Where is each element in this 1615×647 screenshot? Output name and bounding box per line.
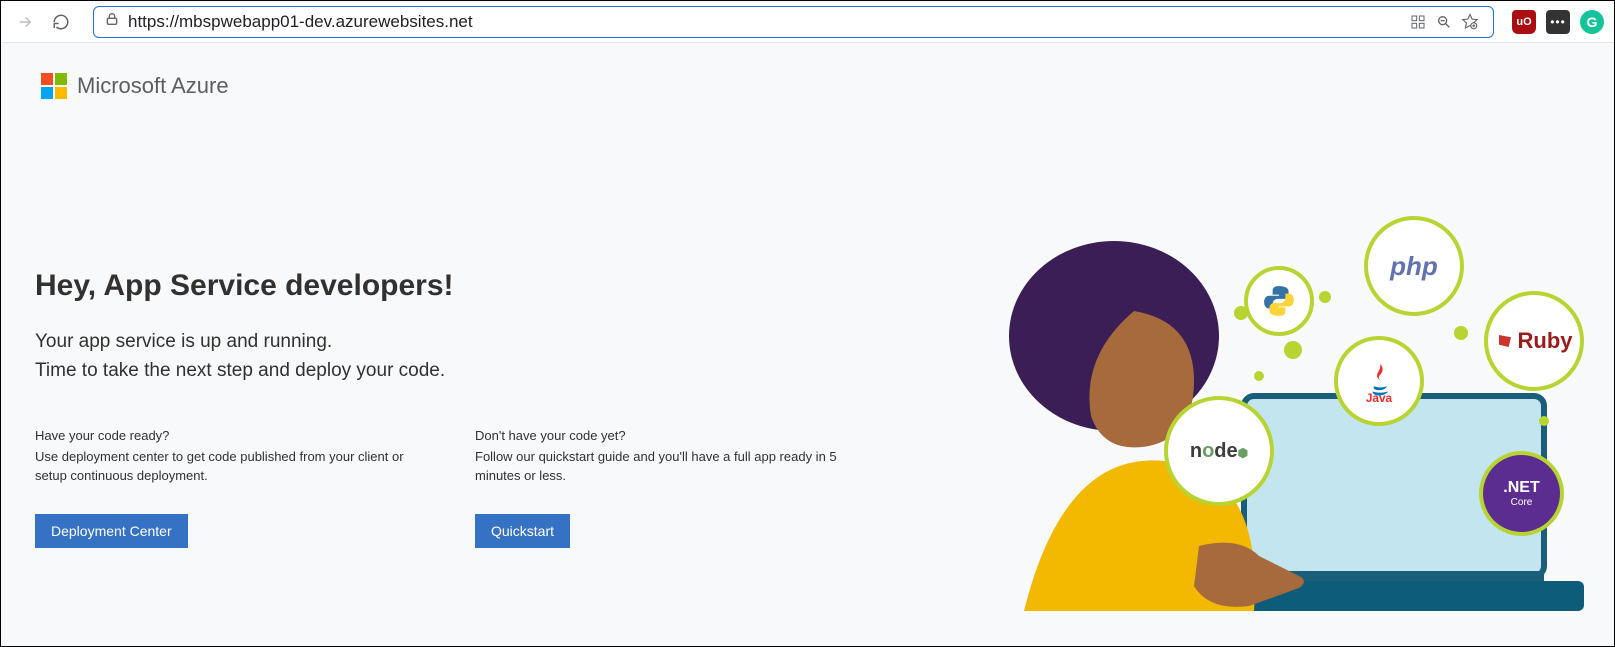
url-text: https://mbspwebapp01-dev.azurewebsites.n… xyxy=(128,12,1405,32)
zoom-out-icon[interactable] xyxy=(1431,9,1457,35)
decor-dot xyxy=(1454,326,1468,340)
node-bubble-icon: node⬢ xyxy=(1164,396,1274,506)
page-content: Microsoft Azure Hey, App Service develop… xyxy=(1,43,1614,646)
hero-subtitle-1: Your app service is up and running. xyxy=(35,327,901,356)
deployment-center-button[interactable]: Deployment Center xyxy=(35,514,188,548)
hero-subtitle-2: Time to take the next step and deploy yo… xyxy=(35,356,901,385)
decor-dot xyxy=(1319,291,1331,303)
quickstart-button[interactable]: Quickstart xyxy=(475,514,570,548)
dotnet-bubble-icon: .NETCore xyxy=(1479,451,1564,536)
forward-button[interactable] xyxy=(11,8,39,36)
deployment-question: Have your code ready? xyxy=(35,428,405,443)
quickstart-column: Don't have your code yet? Follow our qui… xyxy=(475,428,845,548)
quickstart-desc: Follow our quickstart guide and you'll h… xyxy=(475,447,845,486)
ublock-extension-icon[interactable]: uO xyxy=(1512,10,1536,34)
address-bar[interactable]: https://mbspwebapp01-dev.azurewebsites.n… xyxy=(93,6,1494,38)
python-bubble-icon xyxy=(1244,266,1314,336)
microsoft-logo-icon xyxy=(41,73,67,99)
php-bubble-icon: php xyxy=(1364,216,1464,316)
ruby-bubble-icon: Ruby xyxy=(1484,291,1584,391)
browser-toolbar: https://mbspwebapp01-dev.azurewebsites.n… xyxy=(1,1,1614,43)
hero-illustration: php Java Ruby node⬢ .NETCore xyxy=(984,216,1604,636)
java-bubble-icon: Java xyxy=(1334,336,1424,426)
action-columns: Have your code ready? Use deployment cen… xyxy=(35,428,901,548)
hero-section: Hey, App Service developers! Your app se… xyxy=(1,99,901,548)
reload-button[interactable] xyxy=(47,8,75,36)
brand-name: Microsoft Azure xyxy=(77,73,229,99)
favorite-icon[interactable] xyxy=(1457,9,1483,35)
decor-dot xyxy=(1254,371,1264,381)
decor-dot xyxy=(1539,416,1549,426)
hero-title: Hey, App Service developers! xyxy=(35,269,901,303)
extensions-area: uO ••• G xyxy=(1512,10,1604,34)
azure-brand-header: Microsoft Azure xyxy=(1,43,1614,99)
deployment-desc: Use deployment center to get code publis… xyxy=(35,447,405,486)
svg-text:Java: Java xyxy=(1366,391,1393,402)
qr-icon[interactable] xyxy=(1405,9,1431,35)
decor-dot xyxy=(1284,341,1302,359)
grammarly-extension-icon[interactable]: G xyxy=(1580,10,1604,34)
lastpass-extension-icon[interactable]: ••• xyxy=(1546,10,1570,34)
lock-icon xyxy=(104,11,120,32)
deployment-column: Have your code ready? Use deployment cen… xyxy=(35,428,405,548)
quickstart-question: Don't have your code yet? xyxy=(475,428,845,443)
